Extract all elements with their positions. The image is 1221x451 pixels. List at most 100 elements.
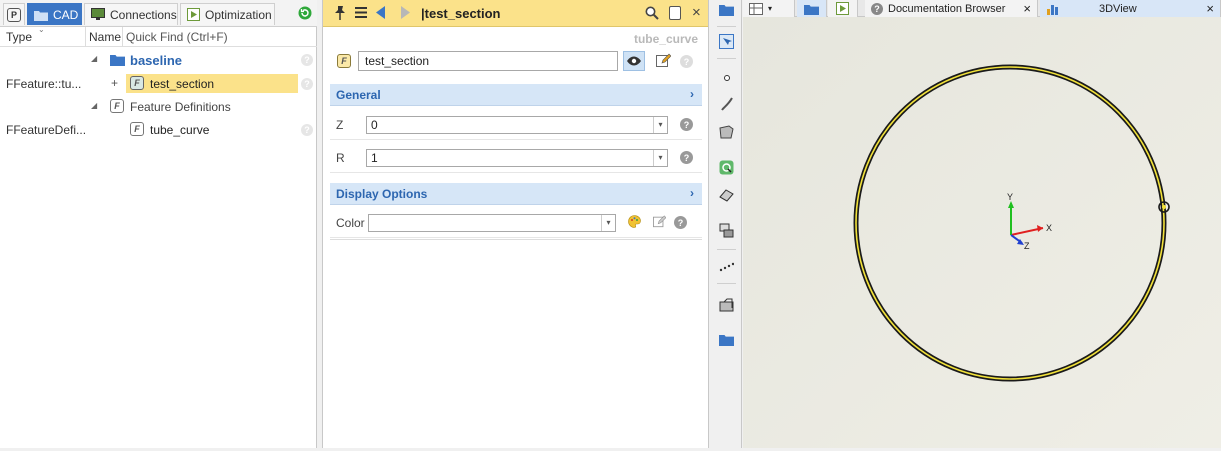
z-combobox[interactable]: 0 ▾ [366, 115, 668, 134]
tab-connections-label: Connections [110, 7, 177, 22]
r-combobox[interactable]: 1 ▾ [366, 148, 668, 167]
edit-icon[interactable] [653, 214, 667, 231]
monitor-icon [91, 8, 105, 22]
refresh-icon[interactable] [298, 6, 312, 20]
pin-icon[interactable] [333, 5, 347, 23]
divider [717, 26, 736, 27]
tree-row-feature-definitions[interactable]: ◢ F Feature Definitions [0, 96, 317, 118]
chevron-down-icon[interactable]: ▾ [653, 149, 667, 166]
tree-label: test_section [150, 77, 215, 91]
edit-icon[interactable] [656, 53, 672, 71]
tab-cad-view[interactable] [797, 0, 827, 17]
measure-tool-icon[interactable] [718, 222, 735, 239]
close-icon[interactable]: × [1206, 1, 1214, 16]
dotted-line-tool-icon[interactable] [718, 258, 735, 275]
property-label: R [336, 150, 345, 165]
section-tool-icon[interactable] [718, 159, 735, 176]
back-arrow-icon[interactable] [376, 6, 386, 22]
play-icon [836, 2, 849, 15]
property-row-color: Color ▾ ? [330, 208, 702, 238]
forward-arrow-icon[interactable] [400, 6, 410, 22]
surface-tool-icon[interactable] [718, 123, 735, 140]
col-name[interactable]: Name [89, 30, 121, 44]
close-icon[interactable]: × [692, 4, 701, 21]
chevron-down-icon[interactable]: ▾ [768, 4, 772, 13]
3d-canvas[interactable]: X Y Z [743, 17, 1221, 448]
property-panel: |test_section × tube_curve F test_sectio… [322, 0, 709, 448]
color-combobox[interactable]: ▾ [368, 213, 616, 232]
3d-viewport[interactable]: X Y Z [743, 17, 1221, 448]
feature-definitions-icon: F [110, 99, 124, 113]
tab-run[interactable] [828, 0, 858, 17]
expand-toggle[interactable]: ◢ [91, 101, 97, 110]
close-icon[interactable]: × [1023, 1, 1031, 16]
search-icon[interactable] [645, 6, 659, 23]
help-icon[interactable]: ? [301, 124, 313, 136]
expand-toggle[interactable]: ◢ [91, 54, 97, 63]
property-row-z: Z 0 ▾ ? [330, 110, 702, 140]
help-icon[interactable]: ? [680, 151, 693, 164]
tab-label: 3DView [1099, 2, 1137, 15]
feature-icon: F [130, 76, 144, 90]
chart-icon [1047, 4, 1058, 15]
divider [717, 249, 736, 250]
tab-documentation-browser[interactable]: ? Documentation Browser × [865, 0, 1038, 17]
expand-toggle[interactable]: + [111, 76, 118, 90]
combo-value: 1 [371, 150, 378, 165]
cad-tree-panel: P CAD Connections Optimization Type ⌄ Na… [0, 0, 317, 448]
section-display-options[interactable]: Display Options › [330, 183, 702, 205]
section-title: Display Options [336, 186, 428, 201]
tab-cad[interactable]: CAD [27, 3, 82, 25]
chevron-right-icon[interactable]: › [690, 186, 694, 200]
layout-menu-button[interactable]: ▾ [743, 0, 795, 17]
eye-icon [627, 56, 641, 66]
tree-row-test-section[interactable]: FFeature::tu... + F test_section ? [0, 73, 317, 95]
sketch-tool-icon[interactable] [718, 33, 735, 50]
property-label: Color [336, 215, 365, 230]
tab-p[interactable]: P [3, 3, 25, 25]
chevron-down-icon[interactable]: ▾ [653, 116, 667, 133]
property-subtitle: tube_curve [633, 32, 698, 46]
feature-icon: F [130, 122, 144, 136]
col-type[interactable]: Type [6, 30, 32, 44]
tree-row-baseline[interactable]: ◢ baseline ? [0, 49, 317, 71]
tab-3dview[interactable]: 3DView × [1040, 0, 1221, 17]
tab-connections[interactable]: Connections [84, 3, 178, 25]
left-tab-bar: P CAD Connections Optimization [0, 0, 317, 27]
layout-icon [749, 2, 763, 15]
tree-row-tube-curve[interactable]: FFeatureDefi... F tube_curve ? [0, 119, 317, 141]
z-axis-label: Z [1024, 241, 1030, 251]
render-tool-icon[interactable] [718, 296, 735, 313]
chevron-right-icon[interactable]: › [690, 87, 694, 101]
help-icon[interactable]: ? [301, 78, 313, 90]
x-axis-label: X [1046, 223, 1052, 233]
column-divider [85, 27, 86, 47]
name-field[interactable]: test_section [358, 51, 618, 71]
help-icon[interactable]: ? [680, 55, 693, 68]
curve-tool-icon[interactable] [718, 95, 735, 112]
float-window-icon[interactable] [669, 6, 681, 23]
tab-cad-label: CAD [53, 7, 79, 22]
viewport-background [743, 17, 1221, 448]
help-icon: ? [871, 2, 883, 15]
tab-optimization[interactable]: Optimization [180, 3, 275, 25]
help-icon[interactable]: ? [680, 118, 693, 131]
palette-icon[interactable] [628, 214, 641, 231]
folder-tool-icon[interactable] [718, 331, 735, 348]
p-icon: P [7, 7, 21, 22]
solid-tool-icon[interactable] [718, 187, 735, 204]
help-icon[interactable]: ? [301, 54, 313, 66]
column-divider [122, 27, 123, 47]
vertical-toolbar [711, 0, 742, 448]
section-general[interactable]: General › [330, 84, 702, 106]
point-tool-icon[interactable] [718, 69, 735, 86]
quick-find-input[interactable]: Quick Find (Ctrl+F) [126, 30, 228, 44]
chevron-down-icon[interactable]: ▾ [601, 214, 615, 231]
play-icon [187, 8, 200, 22]
visibility-toggle[interactable] [623, 51, 645, 71]
folder-tool-icon[interactable] [718, 1, 735, 18]
help-icon[interactable]: ? [674, 216, 687, 229]
list-icon[interactable] [355, 7, 367, 21]
tree-type: FFeature::tu... [6, 77, 82, 91]
sort-chevron-icon[interactable]: ⌄ [38, 25, 45, 34]
